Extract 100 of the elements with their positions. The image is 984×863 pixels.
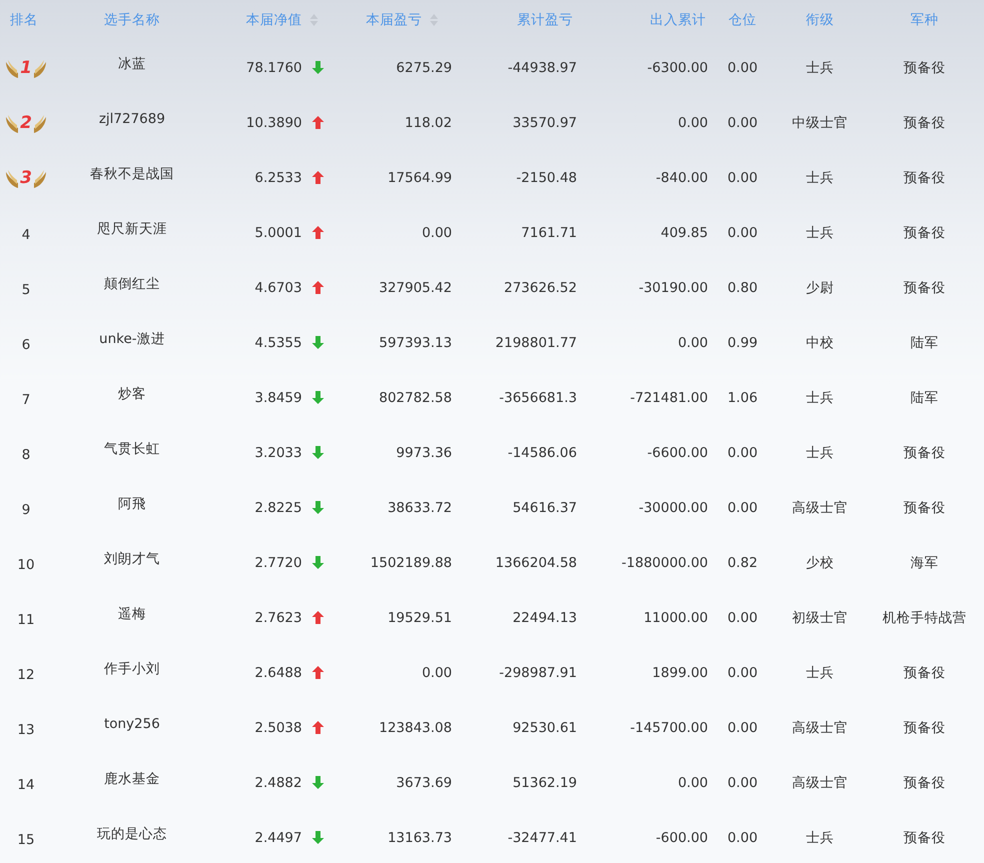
service-branch: 预备役: [904, 718, 946, 736]
player-name[interactable]: tony256: [104, 716, 160, 732]
player-name[interactable]: 鹿水基金: [104, 770, 160, 788]
net-deposit: 0.00: [678, 774, 708, 790]
rank-number: 3: [20, 168, 32, 188]
service-branch: 预备役: [904, 498, 946, 516]
rank-number: 10: [17, 556, 35, 572]
net-deposit: -30000.00: [638, 500, 708, 516]
service-branch: 陆军: [910, 388, 938, 406]
net-deposit: 0.00: [678, 334, 708, 350]
net-deposit: 1899.00: [652, 664, 708, 680]
service-branch: 预备役: [904, 664, 946, 682]
period-profit: 327905.42: [378, 280, 452, 296]
player-name[interactable]: 刘朗才气: [104, 550, 160, 568]
player-name[interactable]: 气贯长虹: [104, 440, 160, 458]
service-branch: 陆军: [910, 334, 938, 352]
net-value: 3.8459: [254, 390, 302, 406]
net-deposit: -840.00: [656, 170, 708, 186]
rank-title: 少尉: [806, 278, 834, 296]
column-header: 仓位: [728, 11, 756, 29]
period-profit: 9973.36: [396, 444, 452, 460]
rank-number: 11: [17, 612, 35, 628]
rank-title: 高级士官: [792, 718, 848, 736]
period-profit: 123843.08: [378, 720, 452, 736]
net-value: 2.6488: [254, 664, 302, 680]
net-value: 2.4882: [254, 774, 302, 790]
column-header: 累计盈亏: [517, 11, 573, 29]
rank-number: 9: [22, 502, 30, 518]
position-ratio: 0.00: [727, 830, 758, 846]
period-profit: 3673.69: [396, 774, 452, 790]
player-name[interactable]: 炒客: [118, 384, 146, 402]
net-value: 2.7720: [254, 554, 302, 570]
rank-title: 士兵: [806, 168, 834, 186]
rank-number: 6: [22, 336, 30, 352]
rank-number: 8: [22, 446, 30, 462]
player-name[interactable]: unke-激进: [99, 330, 165, 348]
net-value: 2.8225: [254, 500, 302, 516]
column-header: 排名: [10, 11, 38, 29]
period-profit: 0.00: [422, 664, 452, 680]
column-header: 选手名称: [104, 11, 160, 29]
cumulative-profit: 54616.37: [512, 500, 577, 516]
column-header: 军种: [910, 11, 938, 29]
service-branch: 预备役: [904, 58, 946, 76]
player-name[interactable]: zjl727689: [98, 110, 166, 126]
rank-number: 15: [17, 832, 35, 848]
rank-title: 士兵: [806, 58, 834, 76]
period-profit: 1502189.88: [370, 554, 452, 570]
net-value: 4.6703: [254, 280, 302, 296]
rank-title: 初级士官: [792, 608, 848, 626]
player-name[interactable]: 遥梅: [118, 604, 146, 622]
position-ratio: 0.00: [727, 610, 758, 626]
period-profit: 597393.13: [378, 334, 452, 350]
position-ratio: 0.99: [727, 334, 758, 350]
cumulative-profit: 7161.71: [521, 224, 577, 240]
net-value: 6.2533: [254, 170, 302, 186]
net-deposit: -145700.00: [630, 720, 708, 736]
rank-title: 中校: [806, 334, 834, 352]
column-header: 出入累计: [650, 11, 706, 29]
period-profit: 19529.51: [388, 610, 452, 626]
position-ratio: 0.00: [727, 444, 758, 460]
player-name[interactable]: 玩的是心态: [97, 824, 167, 842]
period-profit: 802782.58: [378, 390, 452, 406]
rank-title: 少校: [806, 554, 834, 572]
rank-title: 士兵: [806, 828, 834, 846]
net-deposit: -6600.00: [647, 444, 708, 460]
rank-number: 5: [22, 282, 30, 298]
net-deposit: -721481.00: [630, 390, 708, 406]
player-name[interactable]: 阿飛: [118, 494, 146, 512]
cumulative-profit: -298987.91: [499, 664, 577, 680]
cumulative-profit: -3656681.3: [499, 390, 577, 406]
cumulative-profit: 92530.61: [512, 720, 577, 736]
service-branch: 预备役: [904, 444, 946, 462]
position-ratio: 0.82: [727, 554, 758, 570]
position-ratio: 0.00: [727, 774, 758, 790]
rank-number: 13: [17, 722, 35, 738]
net-value: 4.5355: [254, 334, 302, 350]
net-value: 2.4497: [254, 830, 302, 846]
period-profit: 17564.99: [388, 170, 452, 186]
position-ratio: 0.00: [727, 170, 758, 186]
cumulative-profit: 51362.19: [512, 774, 577, 790]
player-name[interactable]: 颠倒红尘: [104, 274, 160, 292]
cumulative-profit: 33570.97: [512, 114, 577, 130]
service-branch: 预备役: [904, 278, 946, 296]
net-deposit: -1880000.00: [622, 554, 708, 570]
period-profit: 118.02: [404, 114, 452, 130]
position-ratio: 0.00: [727, 224, 758, 240]
service-branch: 海军: [910, 554, 938, 572]
position-ratio: 0.00: [727, 500, 758, 516]
player-name[interactable]: 咫尺新天涯: [97, 220, 167, 238]
period-profit: 13163.73: [388, 830, 452, 846]
net-deposit: 0.00: [678, 114, 708, 130]
net-value: 5.0001: [254, 224, 302, 240]
player-name[interactable]: 作手小刘: [104, 660, 160, 678]
net-value: 78.1760: [246, 60, 302, 76]
service-branch: 机枪手特战营: [882, 608, 966, 626]
net-deposit: -600.00: [656, 830, 708, 846]
player-name[interactable]: 春秋不是战国: [90, 164, 174, 182]
rank-title: 高级士官: [792, 774, 848, 792]
player-name[interactable]: 冰蓝: [118, 54, 146, 72]
net-deposit: -6300.00: [647, 60, 708, 76]
